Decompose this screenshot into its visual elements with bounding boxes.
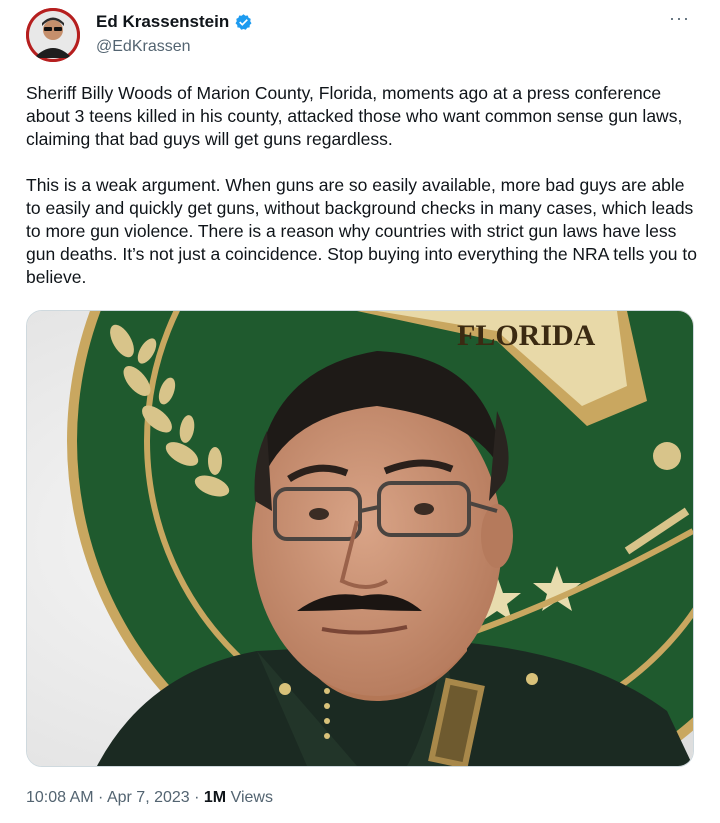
tweet-meta: 10:08 AM · Apr 7, 2023 · 1M Views (26, 789, 273, 807)
tweet-photo[interactable]: FLORIDA (26, 310, 694, 767)
author-avatar[interactable] (26, 8, 80, 62)
verified-badge-icon (235, 13, 252, 30)
meta-separator: · (189, 789, 204, 806)
tweet-paragraph: Sheriff Billy Woods of Marion County, Fl… (26, 83, 683, 149)
tweet-date[interactable]: Apr 7, 2023 (107, 789, 190, 806)
tweet-text: Sheriff Billy Woods of Marion County, Fl… (26, 82, 698, 312)
author-name-row: Ed Krassenstein (96, 12, 253, 32)
author-display-name[interactable]: Ed Krassenstein (96, 12, 229, 32)
user-avatar-icon (29, 11, 77, 59)
sheriff-photo-illustration: FLORIDA (27, 311, 693, 766)
views-label: Views (226, 789, 273, 806)
meta-separator: · (93, 789, 107, 806)
tweet-paragraph: This is a weak argument. When guns are s… (26, 175, 697, 287)
tweet-card: Ed Krassenstein @EdKrassen ··· Sheriff B… (0, 0, 720, 823)
more-options-button[interactable]: ··· (669, 8, 690, 29)
views-count: 1M (203, 789, 227, 806)
svg-text:FLORIDA: FLORIDA (457, 319, 596, 352)
tweet-time[interactable]: 10:08 AM (26, 789, 94, 806)
author-handle[interactable]: @EdKrassen (96, 38, 191, 56)
